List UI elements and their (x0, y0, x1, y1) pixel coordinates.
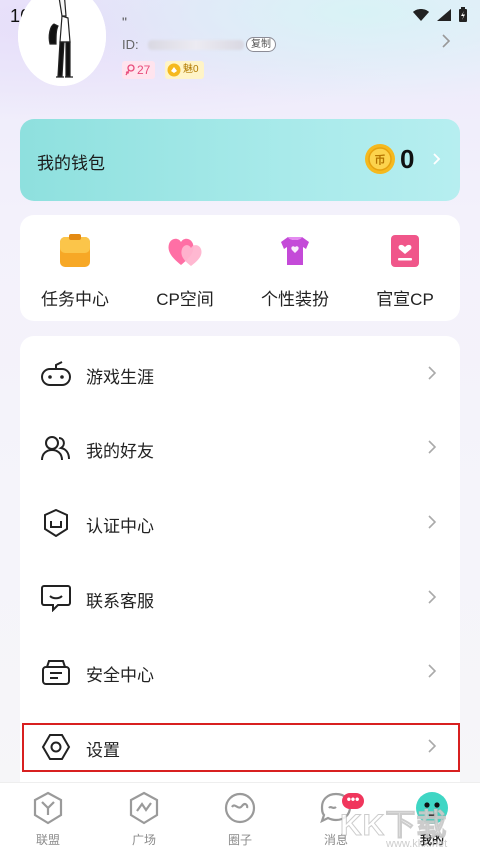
menu-item-security-center[interactable]: 安全中心 (20, 634, 460, 708)
watermark-url: www.kkx.net (386, 838, 448, 850)
nav-plaza[interactable]: 广场 (96, 783, 192, 853)
wallet-card[interactable]: 我的钱包 币 0 (20, 119, 460, 201)
quick-cp-space-label: CP空间 (156, 290, 214, 309)
chevron-right-icon (427, 365, 437, 386)
wallet-chevron-right-icon (432, 152, 442, 171)
charm-icon (167, 63, 181, 77)
security-icon (40, 658, 72, 686)
nav-alliance-label: 联盟 (35, 833, 60, 847)
battery-icon (459, 7, 467, 22)
level-value: 27 (137, 63, 151, 77)
gamepad-icon (40, 360, 72, 388)
menu-item-certification-center[interactable]: 认证中心 (20, 485, 460, 559)
coin-icon: 币 (364, 143, 396, 175)
menu-item-label: 认证中心 (86, 517, 154, 536)
menu-item-game-career[interactable]: 游戏生涯 (20, 336, 460, 410)
menu-card: 游戏生涯 我的好友 认证中心 联系客服 安全中心 设置 (20, 336, 460, 784)
nav-alliance[interactable]: 联盟 (0, 783, 96, 853)
copy-id-button[interactable]: 复制 (246, 37, 276, 52)
chevron-right-icon (427, 439, 437, 460)
menu-item-label: 我的好友 (86, 442, 154, 461)
chevron-right-icon (427, 663, 437, 684)
wallet-title: 我的钱包 (37, 154, 105, 173)
announce-card-icon (387, 233, 423, 269)
wifi-icon (413, 9, 429, 21)
nav-circle-label: 圈子 (227, 833, 252, 847)
quick-cp-space[interactable]: CP空间 (130, 215, 240, 321)
chevron-right-icon (427, 514, 437, 535)
customer-service-icon (40, 584, 72, 613)
menu-item-my-friends[interactable]: 我的好友 (20, 410, 460, 484)
plaza-icon (127, 791, 161, 825)
hearts-icon (167, 233, 203, 269)
settings-highlight-box (22, 723, 460, 772)
certification-icon (40, 508, 72, 538)
circle-icon (223, 791, 257, 825)
charm-badge: 魅0 (165, 61, 204, 79)
menu-item-label: 安全中心 (86, 666, 154, 685)
wallet-balance: 0 (400, 144, 415, 174)
profile-chevron-right-icon[interactable] (440, 33, 452, 54)
user-id-value-blurred (148, 40, 244, 50)
coin-glyph: 币 (375, 154, 386, 167)
level-badge: 27 (122, 61, 156, 79)
quick-announce-cp-label: 官宣CP (376, 290, 434, 309)
menu-item-customer-service[interactable]: 联系客服 (20, 560, 460, 634)
alliance-icon (31, 791, 65, 825)
user-id-label: ID: (122, 37, 139, 52)
nickname: " (122, 14, 127, 30)
quick-actions-card: 任务中心 CP空间 个性装扮 官宣CP (20, 215, 460, 321)
menu-item-label: 联系客服 (86, 592, 154, 611)
female-gender-icon (125, 64, 135, 76)
quick-announce-cp[interactable]: 官宣CP (350, 215, 460, 321)
menu-item-label: 游戏生涯 (86, 368, 154, 387)
signal-icon (437, 9, 451, 21)
status-icons (412, 7, 468, 23)
task-icon (57, 233, 93, 269)
quick-task-center[interactable]: 任务中心 (20, 215, 130, 321)
quick-dress-up-label: 个性装扮 (261, 290, 329, 309)
charm-value: 魅0 (183, 64, 199, 75)
quick-dress-up[interactable]: 个性装扮 (240, 215, 350, 321)
chevron-right-icon (427, 589, 437, 610)
quick-task-center-label: 任务中心 (41, 290, 109, 309)
nav-circle[interactable]: 圈子 (192, 783, 288, 853)
tshirt-icon (277, 233, 313, 269)
friends-icon (40, 434, 72, 462)
nav-plaza-label: 广场 (131, 833, 156, 847)
